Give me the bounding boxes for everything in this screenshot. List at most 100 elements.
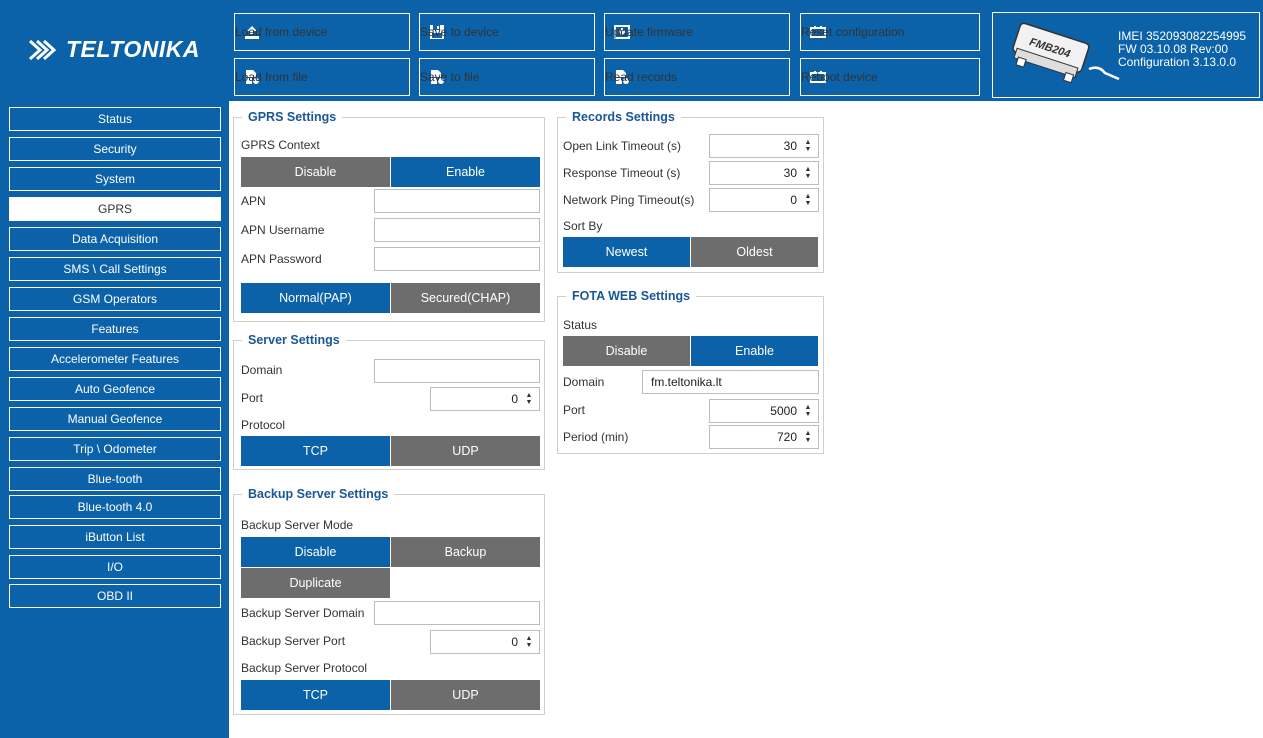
fota-port-value: 5000 — [770, 404, 797, 418]
backup-mode-duplicate-toggle[interactable]: Duplicate — [241, 568, 390, 598]
spinner-arrows-icon[interactable]: ▲ ▼ — [801, 426, 815, 448]
fota-period-spinner[interactable]: 720 ▲ ▼ — [709, 425, 819, 449]
read-records-button[interactable]: Read records — [604, 58, 790, 96]
apn-input[interactable] — [374, 189, 540, 213]
sort-by-label: Sort By — [563, 219, 603, 233]
gprs-context-disable-toggle[interactable]: Disable — [241, 157, 390, 187]
server-settings-title: Server Settings — [242, 333, 346, 347]
fota-port-label: Port — [563, 403, 586, 417]
load-from-file-button[interactable]: Load from file — [234, 58, 410, 96]
sidebar-item-security[interactable]: Security — [9, 137, 221, 161]
sidebar-item-accelerometer-features[interactable]: Accelerometer Features — [9, 347, 221, 371]
backup-mode-backup-toggle[interactable]: Backup — [391, 537, 540, 567]
header-bar: TELTONIKA Load from device Save to devic… — [0, 0, 1263, 101]
sidebar-item-trip-odometer[interactable]: Trip \ Odometer — [9, 437, 221, 461]
server-port-value: 0 — [511, 392, 518, 406]
device-image-icon: FMB204 — [1012, 22, 1120, 84]
network-ping-timeout-spinner[interactable]: 0 ▲ ▼ — [709, 188, 819, 212]
backup-port-value: 0 — [511, 635, 518, 649]
sidebar-item-status[interactable]: Status — [9, 107, 221, 131]
sidebar: Status Security System GPRS Data Acquisition… — [0, 101, 229, 738]
device-config: Configuration 3.13.0.0 — [1118, 55, 1237, 69]
network-ping-timeout-value: 0 — [790, 193, 797, 207]
save-to-device-label: Save to device — [420, 25, 499, 39]
backup-udp-toggle[interactable]: UDP — [391, 680, 540, 710]
sidebar-item-i-o[interactable]: I/O — [9, 555, 221, 579]
server-settings-group: Server Settings Domain Port 0 ▲ ▼ Protoco… — [233, 333, 545, 470]
gprs-settings-title: GPRS Settings — [242, 110, 343, 124]
fota-status-enable-toggle[interactable]: Enable — [691, 336, 818, 366]
server-port-label: Port — [241, 391, 264, 405]
auth-pap-toggle[interactable]: Normal(PAP) — [241, 283, 390, 313]
update-firmware-button[interactable]: Update firmware — [604, 13, 790, 51]
open-link-timeout-value: 30 — [783, 139, 797, 153]
gprs-context-enable-toggle[interactable]: Enable — [391, 157, 540, 187]
network-ping-timeout-label: Network Ping Timeout(s) — [563, 193, 695, 207]
backup-domain-label: Backup Server Domain — [241, 606, 365, 620]
sidebar-item-ibutton-list[interactable]: iButton List — [9, 525, 221, 549]
gprs-settings-group: GPRS Settings GPRS Context Disable Enabl… — [233, 110, 545, 322]
reset-configuration-button[interactable]: Reset configuration — [800, 13, 980, 51]
save-to-file-button[interactable]: Save to file — [419, 58, 595, 96]
sidebar-item-gsm-operators[interactable]: GSM Operators — [9, 287, 221, 311]
load-from-device-label: Load from device — [235, 25, 328, 39]
response-timeout-value: 30 — [783, 166, 797, 180]
save-to-device-button[interactable]: Save to device — [419, 13, 595, 51]
sidebar-item-blue-tooth[interactable]: Blue-tooth — [9, 467, 221, 491]
auth-chap-toggle[interactable]: Secured(CHAP) — [391, 283, 540, 313]
apn-password-label: APN Password — [241, 252, 322, 266]
fota-web-settings-group: FOTA WEB Settings Status Disable Enable … — [557, 289, 824, 454]
spinner-arrows-icon[interactable]: ▲ ▼ — [801, 400, 815, 422]
sidebar-item-auto-geofence[interactable]: Auto Geofence — [9, 377, 221, 401]
spinner-arrows-icon[interactable]: ▲ ▼ — [801, 189, 815, 211]
sidebar-item-gprs[interactable]: GPRS — [9, 197, 221, 221]
spinner-arrows-icon[interactable]: ▲ ▼ — [801, 162, 815, 184]
server-protocol-label: Protocol — [241, 418, 286, 432]
spinner-arrows-icon[interactable]: ▲ ▼ — [801, 135, 815, 157]
apn-password-input[interactable] — [374, 247, 540, 271]
apn-username-label: APN Username — [241, 223, 325, 237]
backup-port-label: Backup Server Port — [241, 634, 346, 648]
update-firmware-label: Update firmware — [605, 25, 694, 39]
sidebar-item-blue-tooth-4-0[interactable]: Blue-tooth 4.0 — [9, 495, 221, 519]
backup-server-settings-title: Backup Server Settings — [242, 487, 395, 501]
open-link-timeout-spinner[interactable]: 30 ▲ ▼ — [709, 134, 819, 158]
backup-port-spinner[interactable]: 0 ▲ ▼ — [430, 630, 540, 654]
backup-mode-disable-toggle[interactable]: Disable — [241, 537, 390, 567]
server-port-spinner[interactable]: 0 ▲ ▼ — [430, 387, 540, 411]
open-link-timeout-label: Open Link Timeout (s) — [563, 139, 682, 153]
sidebar-item-data-acquisition[interactable]: Data Acquisition — [9, 227, 221, 251]
spinner-arrows-icon[interactable]: ▲ ▼ — [522, 388, 536, 410]
backup-tcp-toggle[interactable]: TCP — [241, 680, 390, 710]
logo-text: TELTONIKA — [66, 36, 200, 62]
sidebar-item-features[interactable]: Features — [9, 317, 221, 341]
fota-port-spinner[interactable]: 5000 ▲ ▼ — [709, 399, 819, 423]
backup-protocol-label: Backup Server Protocol — [241, 661, 368, 675]
logo-chevron-icon — [28, 39, 57, 60]
teltonika-logo: TELTONIKA — [28, 36, 200, 63]
fota-status-disable-toggle[interactable]: Disable — [563, 336, 690, 366]
fota-period-value: 720 — [776, 430, 797, 444]
sidebar-item-sms-call-settings[interactable]: SMS \ Call Settings — [9, 257, 221, 281]
reboot-device-button[interactable]: Reboot device — [800, 58, 980, 96]
response-timeout-label: Response Timeout (s) — [563, 166, 681, 180]
response-timeout-spinner[interactable]: 30 ▲ ▼ — [709, 161, 819, 185]
sort-oldest-toggle[interactable]: Oldest — [691, 237, 818, 267]
fota-web-settings-title: FOTA WEB Settings — [566, 289, 697, 303]
sort-newest-toggle[interactable]: Newest — [563, 237, 690, 267]
backup-domain-input[interactable] — [374, 601, 540, 625]
sidebar-item-manual-geofence[interactable]: Manual Geofence — [9, 407, 221, 431]
spinner-arrows-icon[interactable]: ▲ ▼ — [522, 631, 536, 653]
sidebar-item-obd-ii[interactable]: OBD II — [9, 584, 221, 608]
backup-mode-label: Backup Server Mode — [241, 518, 354, 532]
records-settings-title: Records Settings — [566, 110, 681, 124]
server-udp-toggle[interactable]: UDP — [391, 436, 540, 466]
server-tcp-toggle[interactable]: TCP — [241, 436, 390, 466]
fota-period-label: Period (min) — [563, 430, 629, 444]
apn-username-input[interactable] — [374, 218, 540, 242]
load-from-file-label: Load from file — [235, 70, 308, 84]
sidebar-item-system[interactable]: System — [9, 167, 221, 191]
load-from-device-button[interactable]: Load from device — [234, 13, 410, 51]
fota-domain-input[interactable]: fm.teltonika.lt — [642, 370, 819, 394]
server-domain-input[interactable] — [374, 359, 540, 383]
